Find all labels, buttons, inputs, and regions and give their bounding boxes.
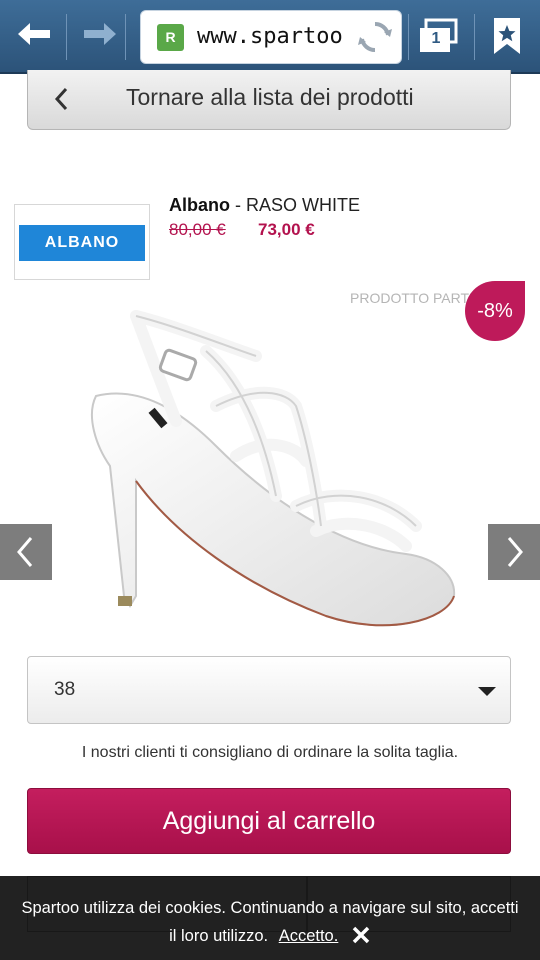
previous-image-button[interactable] — [0, 524, 52, 580]
next-image-button[interactable] — [488, 524, 540, 580]
product-title: Albano - RASO WHITE — [169, 195, 360, 216]
toolbar-divider — [474, 14, 475, 60]
tab-count: 1 — [431, 30, 441, 47]
browser-toolbar: R www.spartoo.it 1 — [0, 0, 540, 74]
site-favicon-icon: R — [157, 24, 184, 51]
close-icon[interactable] — [351, 925, 371, 945]
back-arrow-icon[interactable] — [14, 14, 54, 54]
add-to-cart-button[interactable]: Aggiungi al carrello — [27, 788, 511, 854]
cookie-text-line1: Spartoo utilizza dei cookies. Continuand… — [21, 899, 519, 917]
chevron-left-icon — [17, 537, 33, 567]
product-brand[interactable]: Albano — [169, 195, 230, 215]
title-separator: - — [230, 195, 246, 215]
product-name: RASO WHITE — [246, 195, 361, 215]
cookie-accept-link[interactable]: Accetto. — [279, 927, 339, 945]
cookie-text: Spartoo utilizza dei cookies. Continuand… — [0, 894, 540, 950]
brand-logo[interactable]: ALBANO — [14, 204, 150, 280]
reload-icon[interactable] — [357, 19, 393, 55]
cookie-banner: Spartoo utilizza dei cookies. Continuand… — [0, 876, 540, 960]
discount-badge: -8% — [465, 281, 525, 341]
chevron-right-icon — [507, 537, 523, 567]
bookmark-star-icon[interactable] — [490, 16, 524, 56]
url-text[interactable]: www.spartoo.it — [197, 24, 347, 49]
forward-arrow-icon[interactable] — [80, 14, 120, 54]
size-select[interactable]: 38 — [27, 656, 511, 724]
toolbar-divider — [408, 14, 409, 60]
chevron-left-icon — [52, 86, 72, 112]
back-to-list-label: Tornare alla lista dei prodotti — [126, 84, 414, 110]
address-bar[interactable]: R www.spartoo.it — [140, 10, 402, 64]
toolbar-divider — [66, 14, 67, 60]
new-price: 73,00 € — [258, 220, 315, 239]
toolbar-divider — [125, 14, 126, 60]
old-price: 80,00 € — [169, 220, 226, 239]
brand-logo-text: ALBANO — [19, 225, 145, 261]
size-advice-text: I nostri clienti ti consigliano di ordin… — [81, 744, 459, 761]
product-image[interactable] — [66, 296, 466, 636]
back-to-list-button[interactable]: Tornare alla lista dei prodotti — [27, 70, 511, 130]
cookie-text-line2: il loro utilizzo. — [169, 927, 269, 945]
dropdown-caret-icon — [478, 687, 496, 696]
size-select-value: 38 — [54, 679, 76, 700]
